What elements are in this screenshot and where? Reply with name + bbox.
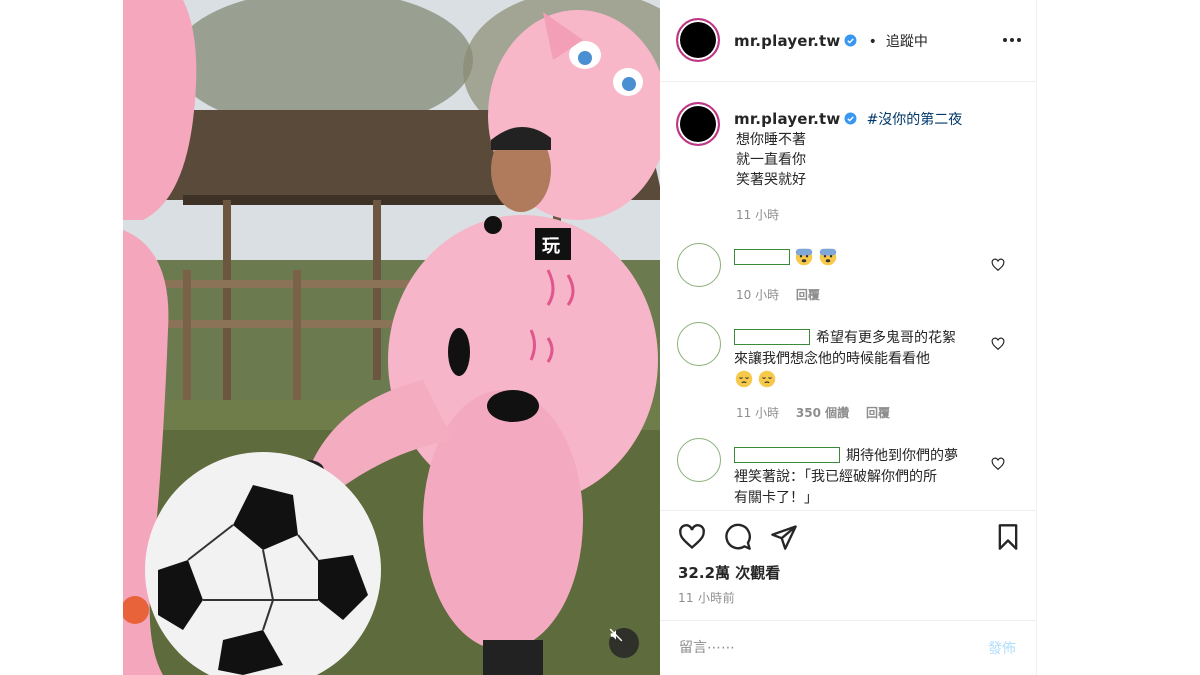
comment-line: 希望有更多鬼哥的花絮 bbox=[816, 330, 956, 346]
commenter-avatar[interactable] bbox=[677, 438, 721, 482]
verified-badge-icon bbox=[845, 34, 857, 47]
separator-dot: • bbox=[868, 34, 877, 50]
caption-hashtag-link[interactable]: #沒你的第二夜 bbox=[867, 112, 963, 128]
comment-line: 有關卡了！」 bbox=[734, 490, 818, 506]
comment-body bbox=[734, 248, 837, 269]
save-bookmark-icon[interactable] bbox=[994, 523, 1022, 551]
caption-line: 就一直看你 bbox=[736, 152, 806, 168]
more-horizontal-icon[interactable] bbox=[1000, 30, 1024, 50]
svg-text:玩: 玩 bbox=[542, 236, 560, 257]
commenter-avatar[interactable] bbox=[677, 243, 721, 287]
comment-line: 裡笑著說：「我已經破解你們的所 bbox=[734, 469, 937, 485]
post-comment-button[interactable]: 發佈 bbox=[988, 638, 1016, 658]
author-username[interactable]: mr.player.tw bbox=[734, 32, 840, 50]
view-count[interactable]: 32.2萬 次觀看 bbox=[678, 562, 780, 583]
pensive-face-icon bbox=[735, 370, 753, 388]
post-actions: 32.2萬 次觀看 11 小時前 bbox=[660, 510, 1037, 610]
comment-bubble-icon[interactable] bbox=[724, 523, 752, 551]
video-frame-image: 玩 bbox=[123, 0, 660, 675]
anxious-face-icon bbox=[819, 248, 837, 266]
comment-body: 希望有更多鬼哥的花絮 來讓我們想念他的時候能看看他 bbox=[734, 328, 984, 391]
like-comment-heart-icon[interactable] bbox=[991, 457, 1005, 471]
verified-badge-icon bbox=[845, 112, 857, 125]
comment-time[interactable]: 10 小時 bbox=[736, 288, 779, 302]
comment-time[interactable]: 11 小時 bbox=[736, 406, 779, 420]
comment-meta: 11 小時 350 個讚 回覆 bbox=[736, 404, 890, 421]
caption-text: 想你睡不著 就一直看你 笑著哭就好 bbox=[736, 130, 806, 190]
comment-line: 期待他到你們的夢 bbox=[846, 448, 958, 464]
share-send-icon[interactable] bbox=[770, 523, 798, 551]
follow-status-button[interactable]: 追蹤中 bbox=[886, 34, 928, 50]
like-heart-icon[interactable] bbox=[678, 523, 706, 551]
reply-button[interactable]: 回覆 bbox=[796, 288, 820, 302]
post-header: mr.player.tw • 追蹤中 bbox=[660, 0, 1037, 82]
author-avatar[interactable] bbox=[676, 18, 720, 62]
mute-button[interactable] bbox=[609, 628, 639, 658]
comment-likes[interactable]: 350 個讚 bbox=[796, 406, 849, 420]
caption-author-avatar[interactable] bbox=[676, 102, 720, 146]
comment-line: 來讓我們想念他的時候能看看他 bbox=[734, 351, 930, 367]
caption-line: 想你睡不著 bbox=[736, 132, 806, 148]
comment-composer: 發佈 bbox=[660, 620, 1037, 675]
comment-body: 期待他到你們的夢 裡笑著說：「我已經破解你們的所 有關卡了！」 bbox=[734, 446, 984, 509]
comment-input[interactable] bbox=[679, 637, 959, 659]
caption-line: 笑著哭就好 bbox=[736, 172, 806, 188]
caption-username[interactable]: mr.player.tw bbox=[734, 110, 840, 128]
redacted-username[interactable] bbox=[734, 447, 840, 463]
posted-time[interactable]: 11 小時前 bbox=[678, 589, 735, 606]
reply-button[interactable]: 回覆 bbox=[866, 406, 890, 420]
pensive-face-icon bbox=[759, 370, 776, 388]
like-comment-heart-icon[interactable] bbox=[991, 337, 1005, 351]
post-sidebar: mr.player.tw • 追蹤中 mr.player.tw #沒你的第二夜 … bbox=[660, 0, 1037, 675]
speaker-muted-icon bbox=[609, 628, 623, 642]
caption-header: mr.player.tw #沒你的第二夜 bbox=[734, 109, 962, 129]
like-comment-heart-icon[interactable] bbox=[991, 258, 1005, 272]
post-video[interactable]: 玩 bbox=[123, 0, 660, 675]
anxious-face-icon bbox=[796, 248, 813, 266]
commenter-avatar[interactable] bbox=[677, 322, 721, 366]
redacted-username[interactable] bbox=[734, 329, 810, 345]
redacted-username[interactable] bbox=[734, 249, 790, 265]
comment-meta: 10 小時 回覆 bbox=[736, 286, 820, 303]
caption-time[interactable]: 11 小時 bbox=[736, 206, 779, 223]
